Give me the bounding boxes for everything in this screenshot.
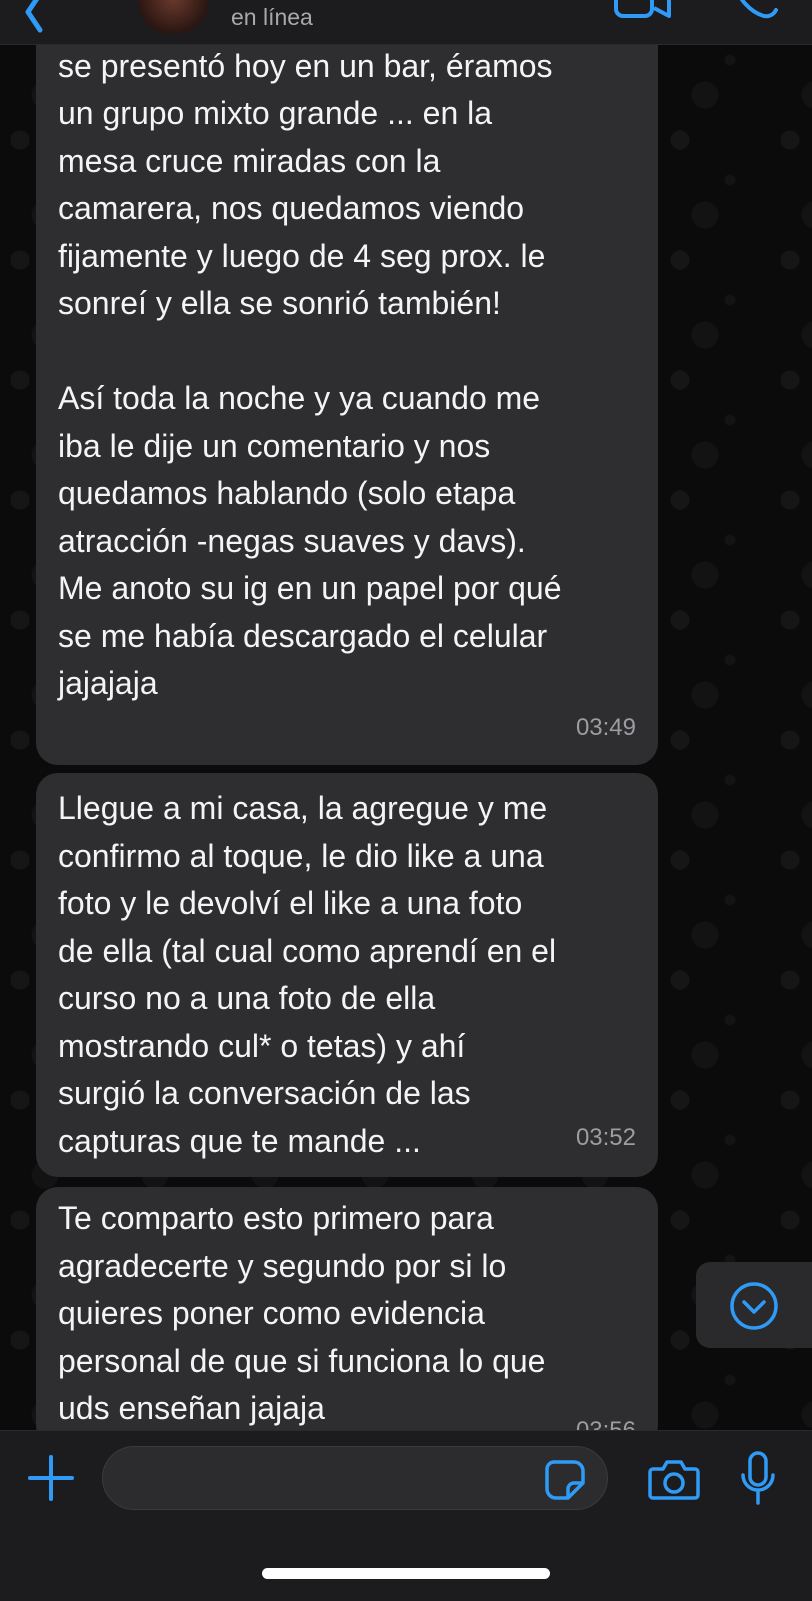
chat-header: en línea (0, 0, 812, 45)
video-call-icon[interactable] (613, 0, 673, 20)
message-bubble-received[interactable]: Contexto: un amigo hace música y se pres… (36, 0, 658, 765)
contact-status: en línea (231, 4, 313, 30)
camera-icon[interactable] (648, 1457, 700, 1501)
message-text: Llegue a mi casa, la agregue y me confir… (58, 790, 557, 1159)
message-time: 03:52 (575, 1123, 636, 1151)
message-text: Te comparto esto primero para agradecert… (58, 1200, 546, 1426)
scroll-to-bottom-button[interactable] (696, 1262, 812, 1348)
contact-avatar[interactable] (138, 0, 208, 34)
back-chevron-icon[interactable] (6, 0, 66, 34)
sticker-icon[interactable] (544, 1459, 586, 1501)
phone-call-icon[interactable] (730, 0, 780, 20)
plus-icon[interactable] (26, 1453, 76, 1503)
chevron-down-icon (730, 1282, 778, 1330)
microphone-icon[interactable] (740, 1451, 776, 1507)
home-indicator[interactable] (262, 1568, 550, 1579)
message-bubble-received[interactable]: Te comparto esto primero para agradecert… (36, 1187, 658, 1447)
message-text: Contexto: un amigo hace música y se pres… (58, 0, 562, 701)
message-time: 03:49 (575, 713, 636, 741)
message-input[interactable] (102, 1446, 608, 1510)
message-bubble-received[interactable]: Llegue a mi casa, la agregue y me confir… (36, 773, 658, 1177)
message-composer (0, 1430, 812, 1601)
